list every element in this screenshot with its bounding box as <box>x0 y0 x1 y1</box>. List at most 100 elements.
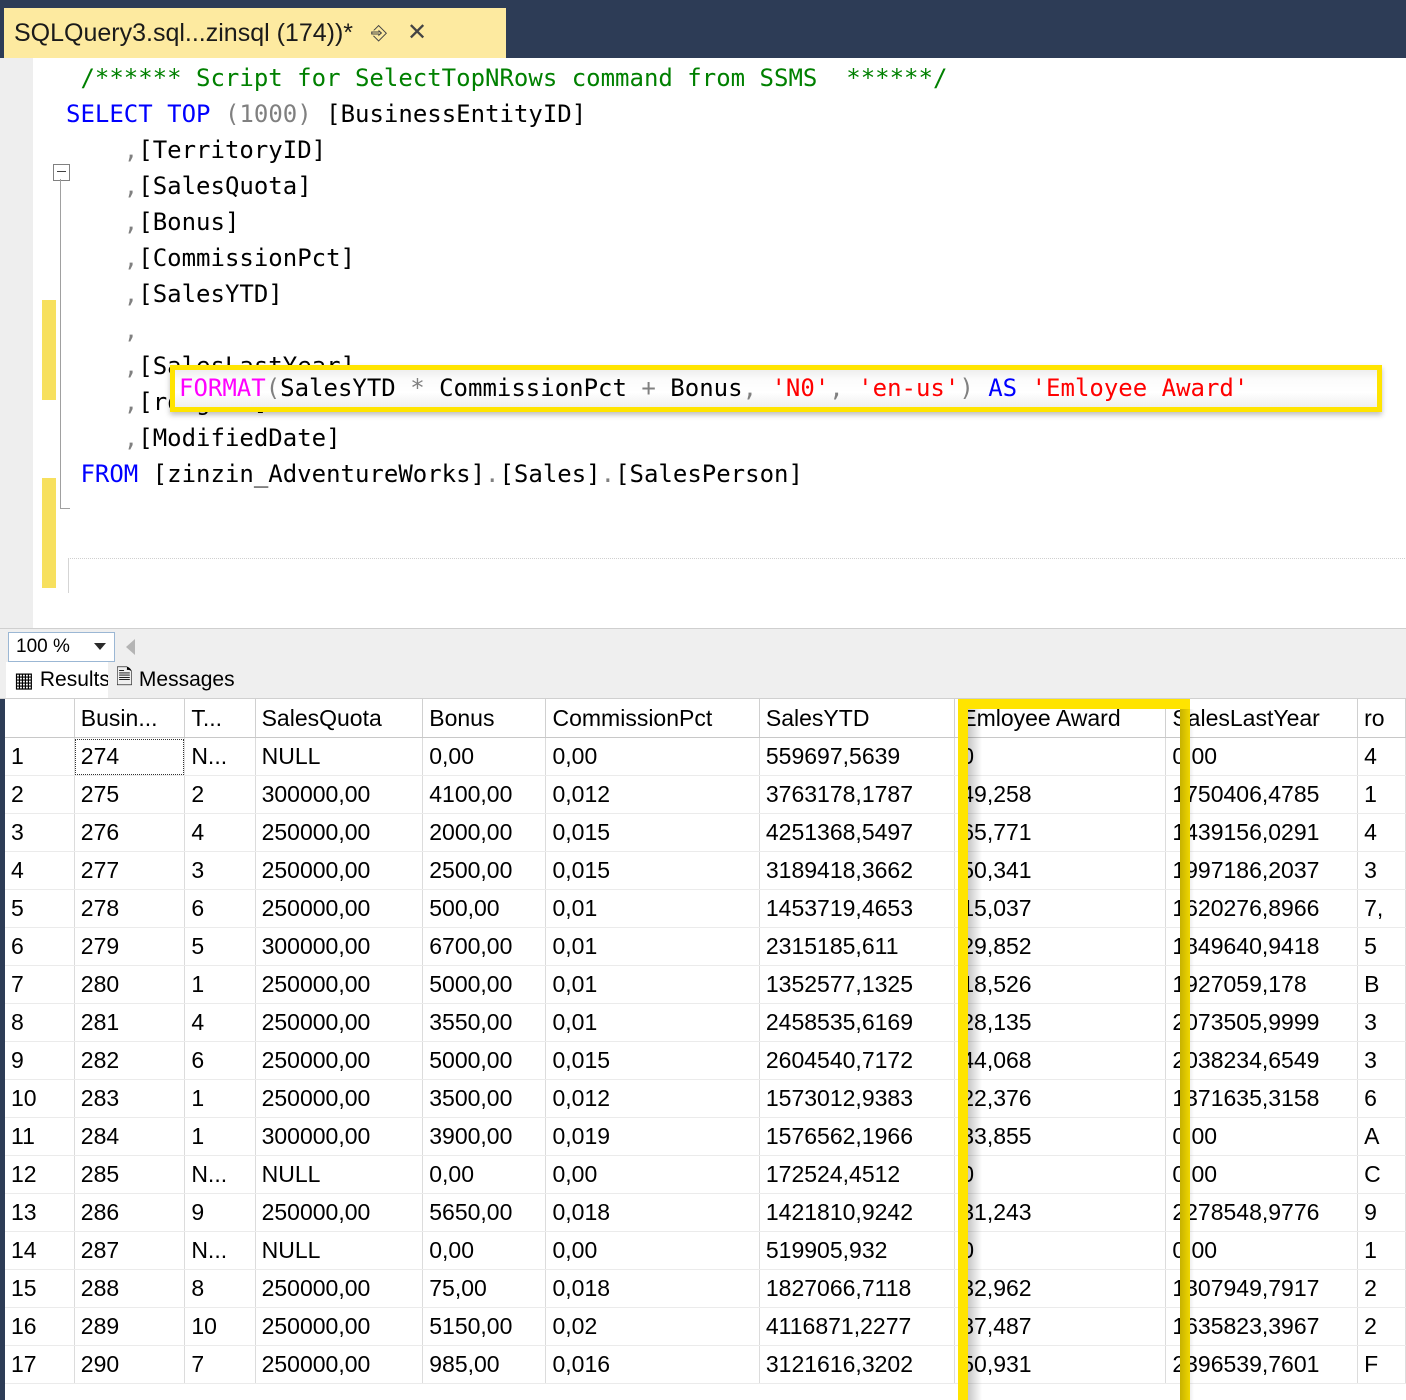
zoom-dropdown[interactable]: 100 % <box>8 632 115 662</box>
row-number[interactable]: 3 <box>5 813 75 852</box>
cell-rowguid[interactable]: 6 <box>1357 1079 1406 1118</box>
cell-salesquota[interactable]: 250000,00 <box>255 1307 424 1346</box>
cell-businessentityid[interactable]: 286 <box>74 1193 186 1232</box>
cell-businessentityid[interactable]: 283 <box>74 1079 186 1118</box>
cell-employeeaward[interactable]: 33,855 <box>954 1117 1167 1156</box>
cell-rowguid[interactable]: 4 <box>1357 737 1406 776</box>
row-number[interactable]: 11 <box>5 1117 75 1156</box>
cell-businessentityid[interactable]: 284 <box>74 1117 186 1156</box>
cell-commissionpct[interactable]: 0,019 <box>545 1117 760 1156</box>
column-header-saleslastyear[interactable]: SalesLastYear <box>1165 699 1359 738</box>
table-row[interactable]: 8 281 4 250000,00 3550,00 0,01 2458535,6169 28,… <box>5 1003 1406 1042</box>
cell-rowguid[interactable]: 1 <box>1357 775 1406 814</box>
row-number[interactable]: 1 <box>5 737 75 776</box>
cell-saleslastyear[interactable]: 2038234,6549 <box>1165 1041 1359 1080</box>
cell-salesytd[interactable]: 1573012,9383 <box>759 1079 956 1118</box>
row-number[interactable]: 16 <box>5 1307 75 1346</box>
cell-salesquota[interactable]: 300000,00 <box>255 927 424 966</box>
row-number[interactable]: 12 <box>5 1155 75 1194</box>
cell-salesytd[interactable]: 1827066,7118 <box>759 1269 956 1308</box>
cell-commissionpct[interactable]: 0,00 <box>545 737 760 776</box>
cell-employeeaward[interactable]: 22,376 <box>954 1079 1167 1118</box>
cell-businessentityid[interactable]: 280 <box>74 965 186 1004</box>
cell-salesytd[interactable]: 519905,932 <box>759 1231 956 1270</box>
table-row[interactable]: 4 277 3 250000,00 2500,00 0,015 3189418,3662 50… <box>5 851 1406 890</box>
cell-rowguid[interactable]: 1 <box>1357 1231 1406 1270</box>
code-line[interactable]: ,[SalesYTD] <box>124 276 283 312</box>
cell-commissionpct[interactable]: 0,01 <box>545 889 760 928</box>
column-header-employeeaward[interactable]: Emloyee Award <box>954 699 1167 738</box>
table-row[interactable]: 14 287 N... NULL 0,00 0,00 519905,932 0 0,00 1 <box>5 1231 1406 1270</box>
row-number[interactable]: 6 <box>5 927 75 966</box>
cell-saleslastyear[interactable]: 1635823,3967 <box>1165 1307 1359 1346</box>
code-line[interactable]: /****** Script for SelectTopNRows comman… <box>80 60 947 96</box>
cell-businessentityid[interactable]: 287 <box>74 1231 186 1270</box>
cell-commissionpct[interactable]: 0,00 <box>545 1231 760 1270</box>
cell-commissionpct[interactable]: 0,015 <box>545 813 760 852</box>
cell-employeeaward[interactable]: 50,341 <box>954 851 1167 890</box>
cell-salesquota[interactable]: 250000,00 <box>255 889 424 928</box>
cell-employeeaward[interactable]: 0 <box>954 1155 1167 1194</box>
row-number[interactable]: 4 <box>5 851 75 890</box>
cell-businessentityid[interactable]: 288 <box>74 1269 186 1308</box>
cell-businessentityid[interactable]: 289 <box>74 1307 186 1346</box>
table-row[interactable]: 3 276 4 250000,00 2000,00 0,015 4251368,5497 65… <box>5 813 1406 852</box>
cell-salesytd[interactable]: 4251368,5497 <box>759 813 956 852</box>
table-row[interactable]: 15 288 8 250000,00 75,00 0,018 1827066,7118 32,… <box>5 1269 1406 1308</box>
cell-rowguid[interactable]: C <box>1357 1155 1406 1194</box>
cell-territoryid[interactable]: 2 <box>184 775 256 814</box>
column-header-commissionpct[interactable]: CommissionPct <box>545 699 760 738</box>
column-header-businessentityid[interactable]: Busin... <box>74 699 186 738</box>
cell-salesytd[interactable]: 559697,5639 <box>759 737 956 776</box>
scroll-left-icon[interactable] <box>126 639 135 655</box>
cell-rowguid[interactable]: 2 <box>1357 1269 1406 1308</box>
row-number[interactable]: 17 <box>5 1345 75 1384</box>
cell-saleslastyear[interactable]: 0,00 <box>1165 1117 1359 1156</box>
tab-results[interactable]: ▦ Results <box>6 662 118 698</box>
cell-businessentityid[interactable]: 285 <box>74 1155 186 1194</box>
table-row[interactable]: 6 279 5 300000,00 6700,00 0,01 2315185,611 29,8… <box>5 927 1406 966</box>
cell-salesquota[interactable]: NULL <box>255 1155 424 1194</box>
sql-editor[interactable]: /****** Script for SelectTopNRows comman… <box>0 58 1406 628</box>
cell-salesquota[interactable]: 250000,00 <box>255 1079 424 1118</box>
row-number[interactable]: 9 <box>5 1041 75 1080</box>
column-header-rownum[interactable] <box>5 699 75 738</box>
cell-salesquota[interactable]: 250000,00 <box>255 965 424 1004</box>
table-row[interactable]: 10 283 1 250000,00 3500,00 0,012 1573012,9383 2… <box>5 1079 1406 1118</box>
cell-employeeaward[interactable]: 50,931 <box>954 1345 1167 1384</box>
format-expression-line[interactable]: FORMAT(SalesYTD * CommissionPct + Bonus,… <box>179 370 1248 406</box>
column-header-rowguid[interactable]: ro <box>1357 699 1406 738</box>
cell-bonus[interactable]: 5000,00 <box>422 1041 547 1080</box>
cell-territoryid[interactable]: 1 <box>184 1117 256 1156</box>
cell-salesquota[interactable]: 250000,00 <box>255 1345 424 1384</box>
cell-salesytd[interactable]: 172524,4512 <box>759 1155 956 1194</box>
code-line[interactable]: FROM [zinzin_AdventureWorks].[Sales].[Sa… <box>80 456 802 492</box>
cell-saleslastyear[interactable]: 0,00 <box>1165 1231 1359 1270</box>
cell-commissionpct[interactable]: 0,01 <box>545 965 760 1004</box>
code-line[interactable]: ,[Bonus] <box>124 204 240 240</box>
cell-salesquota[interactable]: 300000,00 <box>255 1117 424 1156</box>
cell-rowguid[interactable]: 7, <box>1357 889 1406 928</box>
row-number[interactable]: 15 <box>5 1269 75 1308</box>
cell-salesquota[interactable]: 250000,00 <box>255 1193 424 1232</box>
cell-rowguid[interactable]: F <box>1357 1345 1406 1384</box>
cell-saleslastyear[interactable]: 1849640,9418 <box>1165 927 1359 966</box>
cell-salesquota[interactable]: NULL <box>255 737 424 776</box>
table-row[interactable]: 9 282 6 250000,00 5000,00 0,015 2604540,7172 44… <box>5 1041 1406 1080</box>
cell-territoryid[interactable]: 10 <box>184 1307 256 1346</box>
cell-territoryid[interactable]: 4 <box>184 1003 256 1042</box>
cell-rowguid[interactable]: 3 <box>1357 1041 1406 1080</box>
cell-territoryid[interactable]: N... <box>184 1231 256 1270</box>
cell-employeeaward[interactable]: 65,771 <box>954 813 1167 852</box>
cell-rowguid[interactable]: 4 <box>1357 813 1406 852</box>
tab-messages[interactable]: 🗎 Messages <box>108 662 243 698</box>
cell-bonus[interactable]: 6700,00 <box>422 927 547 966</box>
cell-bonus[interactable]: 5000,00 <box>422 965 547 1004</box>
code-line[interactable]: ,[SalesQuota] <box>124 168 312 204</box>
column-header-territoryid[interactable]: T... <box>184 699 256 738</box>
table-row[interactable]: 5 278 6 250000,00 500,00 0,01 1453719,4653 15,0… <box>5 889 1406 928</box>
cell-saleslastyear[interactable]: 1927059,178 <box>1165 965 1359 1004</box>
cell-territoryid[interactable]: 6 <box>184 1041 256 1080</box>
cell-bonus[interactable]: 0,00 <box>422 737 547 776</box>
cell-salesytd[interactable]: 3763178,1787 <box>759 775 956 814</box>
